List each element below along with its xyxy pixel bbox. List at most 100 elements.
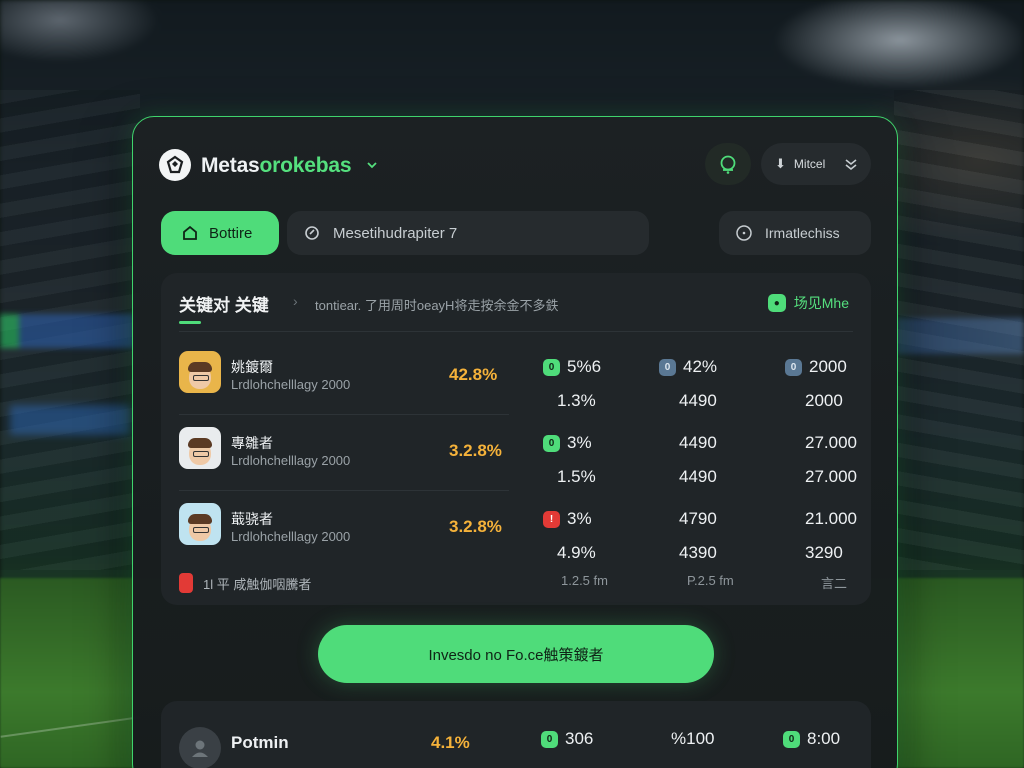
chevron-down-icon[interactable] [366, 157, 378, 175]
table-row[interactable]: 蕺骁者 Lrdlohchelllagy 2000 3.2.8% ! 3% 4790… [161, 491, 871, 567]
summary-player-name: Potmin [231, 733, 289, 752]
panel-header: Metasorokebas ⬇ Mitcel [133, 117, 897, 207]
background-ad-board-left-lower [10, 405, 130, 435]
home-button[interactable]: Bottire [161, 211, 279, 255]
background-ad-board-right [896, 318, 1024, 354]
stat-value: 306 [565, 729, 594, 748]
stat-value: 4790 [679, 509, 717, 528]
player-meta: Lrdlohchelllagy 2000 [231, 453, 351, 468]
summary-stat-c: 0 8:00 [783, 729, 840, 749]
app-title-part1: Metas [201, 154, 260, 177]
stat-b2: 4490 [679, 467, 717, 487]
status-badge: 0 [783, 730, 800, 748]
stat-a1: 0 3% [543, 433, 592, 453]
stat-value: 1.5% [557, 467, 596, 486]
summary-stat-b: %100 [671, 729, 714, 749]
stat-c1: 27.000 [805, 433, 857, 453]
stat-value: 42% [683, 357, 718, 376]
summary-percentage: 4.1% [431, 733, 470, 752]
bell-icon [720, 155, 736, 174]
stat-value: 27.000 [805, 433, 857, 452]
table-row[interactable]: 專雛者 Lrdlohchelllagy 2000 3.2.8% 0 3% 4490… [161, 415, 871, 491]
notification-button[interactable] [705, 143, 751, 185]
avatar [179, 427, 221, 469]
status-badge: 0 [543, 358, 560, 376]
search-input[interactable]: Mesetihudrapiter 7 [287, 211, 649, 255]
background-ad-board-left [0, 314, 135, 348]
player-percentage: 3.2.8% [449, 441, 502, 460]
clock-icon [736, 225, 752, 241]
stat-a2: 4.9% [557, 543, 596, 563]
home-button-label: Bottire [209, 224, 253, 242]
summary-stat-a: 0 306 [541, 729, 593, 749]
player-meta: Lrdlohchelllagy 2000 [231, 529, 351, 544]
status-badge: 0 [659, 358, 676, 376]
stat-a1: 0 5%6 [543, 357, 601, 377]
home-icon [183, 225, 197, 240]
stat-b1: 0 42% [659, 357, 717, 377]
card-footer: 1l 平 咸触伽咽騰者 [179, 573, 311, 593]
stat-a1: ! 3% [543, 509, 592, 529]
stat-value: 2000 [809, 357, 847, 376]
footer-col-a: 1.2.5 fm [561, 573, 608, 588]
status-badge: 0 [785, 358, 802, 376]
stat-value: 4490 [679, 433, 717, 452]
search-input-value: Mesetihudrapiter 7 [333, 224, 458, 242]
stat-b1: 4790 [679, 509, 717, 529]
main-panel: Metasorokebas ⬇ Mitcel Bottire Mesetihud… [132, 116, 898, 768]
breadcrumb-separator: › [293, 293, 298, 309]
user-icon: ⬇ [775, 156, 786, 171]
player-percentage: 3.2.8% [449, 517, 502, 536]
stat-value: 1.3% [557, 391, 596, 410]
stats-card: 关键对 关键 › tontiear. 了用周时oeayH将走按余金不多鉄 ● 场… [161, 273, 871, 605]
user-label: Mitcel [793, 157, 826, 171]
footer-label: 1l 平 咸触伽咽騰者 [203, 576, 312, 592]
player-percentage: 42.8% [449, 365, 498, 384]
alert-badge: ! [543, 510, 560, 528]
footer-col-b: P.2.5 fm [687, 573, 734, 588]
table-row[interactable]: 姚鍍爾 Lrdlohchelllagy 2000 42.8% 0 5%6 0 42%… [161, 339, 871, 415]
stat-a2: 1.3% [557, 391, 596, 411]
invest-button-label: Invesdo no Fo.ce触策鍍者 [428, 646, 604, 664]
player-summary-card[interactable]: Potmin 4.1% 0 306 %100 0 8:00 [161, 701, 871, 768]
status-badge: 0 [543, 434, 560, 452]
stat-c2: 2000 [805, 391, 843, 411]
avatar-placeholder-icon [179, 727, 221, 768]
stat-a2: 1.5% [557, 467, 596, 487]
user-menu[interactable]: ⬇ Mitcel [761, 143, 871, 185]
stat-c1: 0 2000 [785, 357, 847, 377]
status-badge: 0 [541, 730, 558, 748]
stat-c1: 21.000 [805, 509, 857, 529]
avatar [179, 503, 221, 545]
active-tab-indicator [179, 321, 201, 324]
avatar [179, 351, 221, 393]
player-name: 專雛者 [231, 435, 273, 451]
stat-value: %100 [671, 729, 715, 748]
card-subtitle: tontiear. 了用周时oeayH将走按余金不多鉄 [315, 298, 559, 313]
stat-value: 21.000 [805, 509, 857, 528]
app-title-part2: orokebas [259, 154, 352, 177]
stat-value: 4390 [679, 543, 717, 562]
player-meta: Lrdlohchelllagy 2000 [231, 377, 351, 392]
search-icon [305, 226, 319, 240]
stat-value: 2000 [805, 391, 843, 410]
live-status[interactable]: ● 场见Mhe [767, 293, 849, 313]
live-icon: ● [767, 294, 786, 312]
stat-value: 4490 [679, 467, 717, 486]
filter-button-label: Irmatlechiss [765, 225, 840, 241]
footer-col-c: 言二 [821, 576, 848, 591]
stat-value: 4.9% [557, 543, 596, 562]
filter-button[interactable]: Irmatlechiss [719, 211, 871, 255]
stat-b2: 4490 [679, 391, 717, 411]
stat-value: 5%6 [567, 357, 602, 376]
live-label: 场见Mhe [793, 295, 849, 311]
player-name: 蕺骁者 [231, 511, 273, 527]
stat-value: 27.000 [805, 467, 857, 486]
player-name: 姚鍍爾 [231, 359, 273, 375]
invest-button[interactable]: Invesdo no Fo.ce触策鍍者 [318, 625, 714, 683]
card-title: 关键对 关键 [179, 296, 269, 315]
app-title[interactable]: Metasorokebas [201, 154, 352, 178]
stat-value: 3% [567, 509, 592, 528]
stat-value: 3% [567, 433, 592, 452]
app-logo-icon[interactable] [159, 149, 191, 181]
